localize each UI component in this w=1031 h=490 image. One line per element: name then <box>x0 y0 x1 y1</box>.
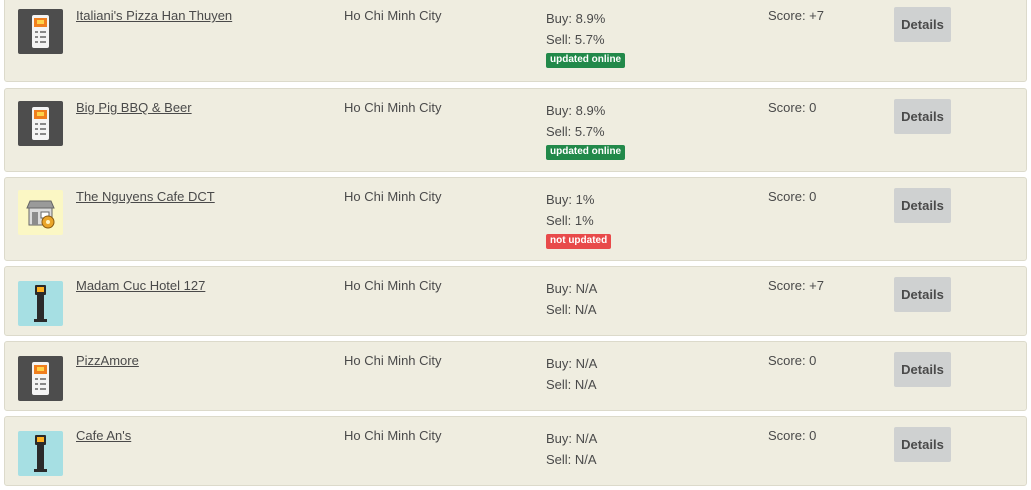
sell-rate: Sell: 5.7% <box>546 124 605 139</box>
listing-row: Big Pig BBQ & Beer Ho Chi Minh City Buy:… <box>4 88 1027 172</box>
listing-name-link[interactable]: PizzAmore <box>76 353 139 368</box>
listing-rates: Buy: N/A Sell: N/A <box>546 428 597 470</box>
atm-kiosk-icon <box>18 431 63 476</box>
buy-rate: Buy: N/A <box>546 356 598 371</box>
buy-rate: Buy: N/A <box>546 281 598 296</box>
listing-city: Ho Chi Minh City <box>344 278 442 293</box>
sell-rate: Sell: N/A <box>546 452 597 467</box>
pos-terminal-icon <box>18 101 63 146</box>
listing-city: Ho Chi Minh City <box>344 353 442 368</box>
listing-score: Score: 0 <box>768 189 817 204</box>
listing-name-link[interactable]: Italiani's Pizza Han Thuyen <box>76 8 232 23</box>
listing-score: Score: 0 <box>768 428 817 443</box>
listing-row: Madam Cuc Hotel 127 Ho Chi Minh City Buy… <box>4 266 1027 336</box>
sell-rate: Sell: 5.7% <box>546 32 605 47</box>
listing-score: Score: +7 <box>768 8 825 23</box>
details-button[interactable]: Details <box>894 7 951 42</box>
listing-city: Ho Chi Minh City <box>344 8 442 23</box>
buy-rate: Buy: N/A <box>546 431 598 446</box>
listing-name-link[interactable]: The Nguyens Cafe DCT <box>76 189 215 204</box>
listing-row: PizzAmore Ho Chi Minh City Buy: N/A Sell… <box>4 341 1027 411</box>
listing-name-link[interactable]: Madam Cuc Hotel 127 <box>76 278 205 293</box>
listing-rates: Buy: N/A Sell: N/A <box>546 278 597 320</box>
listing-name-link[interactable]: Big Pig BBQ & Beer <box>76 100 192 115</box>
listing-rates: Buy: 1% Sell: 1% not updated <box>546 189 612 249</box>
pos-terminal-icon <box>18 356 63 401</box>
atm-kiosk-icon <box>18 281 63 326</box>
shop-icon <box>18 190 63 235</box>
listing-name-link[interactable]: Cafe An's <box>76 428 131 443</box>
buy-rate: Buy: 8.9% <box>546 103 606 118</box>
pos-terminal-icon <box>18 9 63 54</box>
listing-rates: Buy: 8.9% Sell: 5.7% updated online <box>546 100 626 160</box>
buy-rate: Buy: 8.9% <box>546 11 606 26</box>
status-badge: updated online <box>546 53 626 68</box>
details-button[interactable]: Details <box>894 427 951 462</box>
listing-score: Score: 0 <box>768 353 817 368</box>
details-button[interactable]: Details <box>894 188 951 223</box>
sell-rate: Sell: 1% <box>546 213 594 228</box>
sell-rate: Sell: N/A <box>546 302 597 317</box>
details-button[interactable]: Details <box>894 99 951 134</box>
listing-row: Italiani's Pizza Han Thuyen Ho Chi Minh … <box>4 0 1027 82</box>
listing-city: Ho Chi Minh City <box>344 428 442 443</box>
sell-rate: Sell: N/A <box>546 377 597 392</box>
status-badge: updated online <box>546 145 626 160</box>
listing-score: Score: +7 <box>768 278 825 293</box>
listing-rates: Buy: N/A Sell: N/A <box>546 353 597 395</box>
details-button[interactable]: Details <box>894 277 951 312</box>
listing-row: Cafe An's Ho Chi Minh City Buy: N/A Sell… <box>4 416 1027 486</box>
details-button[interactable]: Details <box>894 352 951 387</box>
listing-row: The Nguyens Cafe DCT Ho Chi Minh City Bu… <box>4 177 1027 261</box>
listing-city: Ho Chi Minh City <box>344 189 442 204</box>
status-badge: not updated <box>546 234 612 249</box>
listing-rates: Buy: 8.9% Sell: 5.7% updated online <box>546 8 626 68</box>
listing-city: Ho Chi Minh City <box>344 100 442 115</box>
listing-score: Score: 0 <box>768 100 817 115</box>
buy-rate: Buy: 1% <box>546 192 595 207</box>
